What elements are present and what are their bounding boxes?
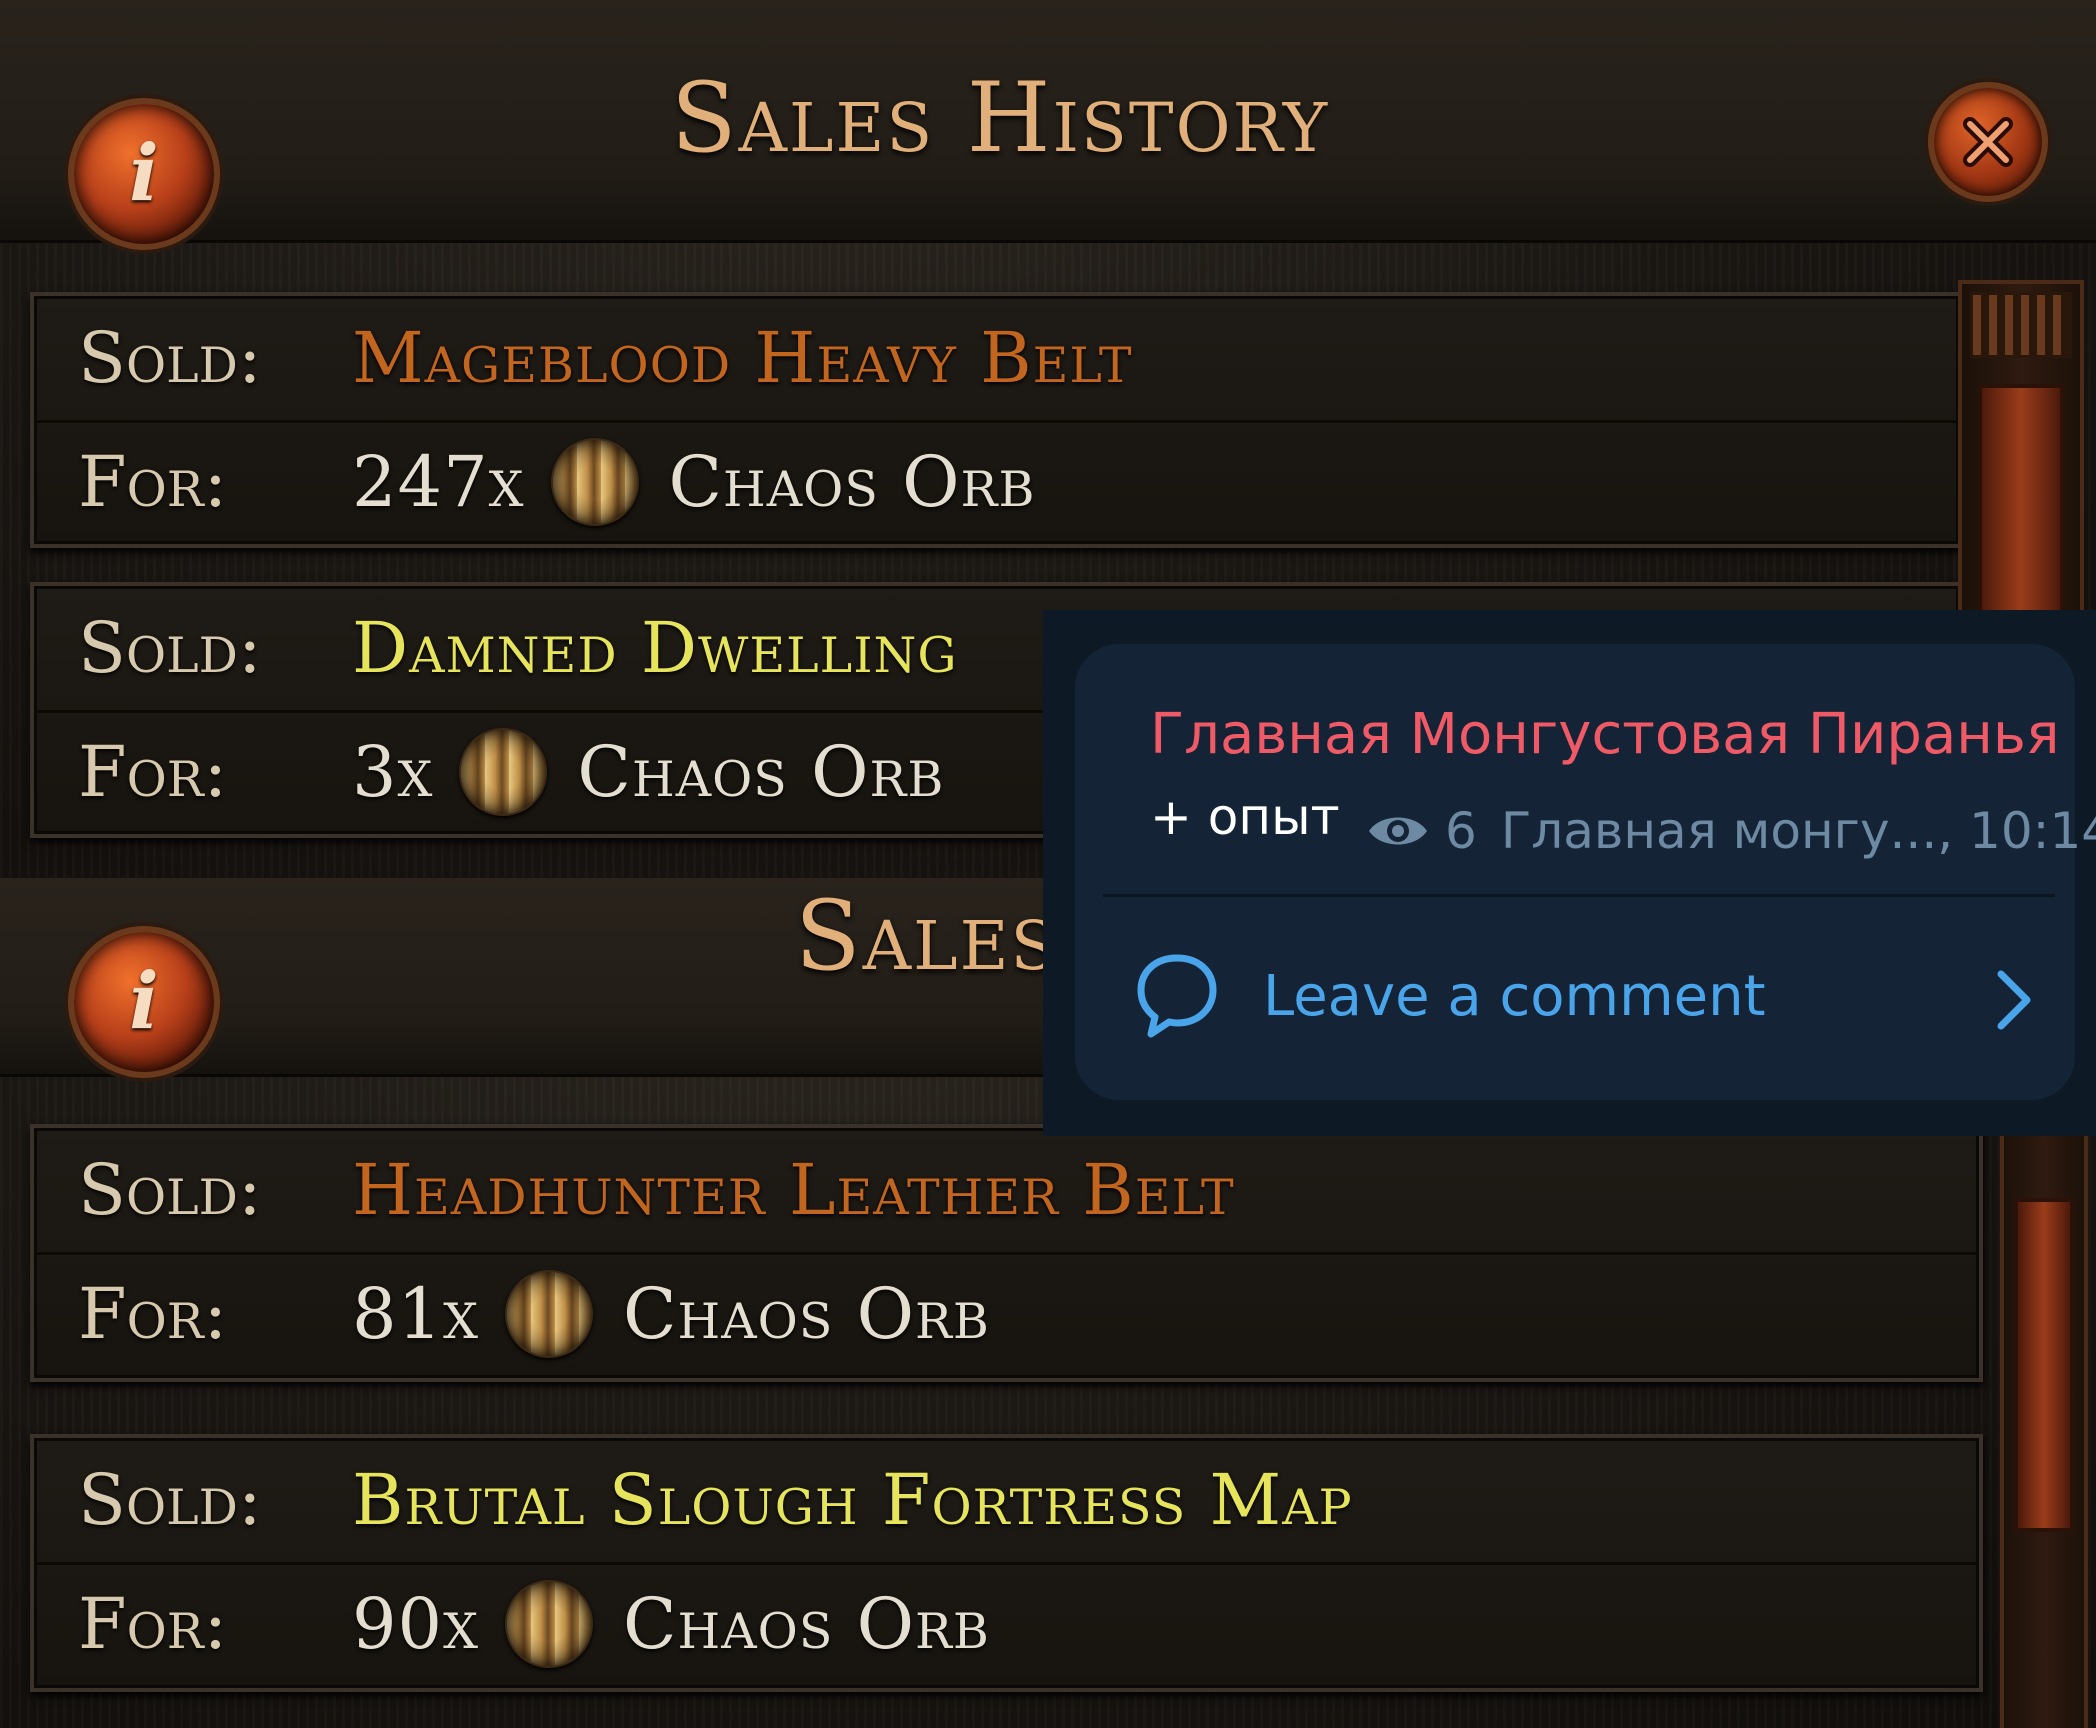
divider	[1103, 894, 2055, 897]
price-quantity: 3x	[352, 731, 434, 813]
price: 90x Chaos Orb	[352, 1580, 990, 1668]
leave-comment-label: Leave a comment	[1263, 963, 1766, 1029]
channel-name[interactable]: Главная Монгустовая Пиранья	[1150, 702, 2060, 767]
for-label: For:	[78, 1583, 228, 1665]
post-text: + опыт	[1150, 788, 1340, 846]
view-count: 6	[1445, 802, 1477, 860]
chaos-orb-icon	[459, 728, 548, 816]
telegram-post-card: Главная Монгустовая Пиранья + опыт 6 Гла…	[1075, 644, 2096, 1100]
scrollbar-thumb[interactable]	[2014, 1198, 2074, 1532]
leave-comment-button[interactable]: Leave a comment	[1135, 936, 2035, 1056]
sold-label: Sold:	[78, 1459, 262, 1541]
price-currency: Chaos Orb	[577, 731, 945, 813]
for-row: For: 90x Chaos Orb	[34, 1562, 1979, 1686]
item-name[interactable]: Headhunter Leather Belt	[352, 1149, 1235, 1231]
panel-title: Sales History	[670, 62, 1330, 174]
price-currency: Chaos Orb	[622, 1273, 990, 1355]
price: 3x Chaos Orb	[352, 728, 944, 816]
close-icon	[1963, 117, 2013, 167]
item-name[interactable]: Damned Dwelling	[352, 607, 958, 689]
sold-label: Sold:	[78, 317, 262, 399]
price-currency: Chaos Orb	[668, 441, 1036, 523]
sold-label: Sold:	[78, 1149, 262, 1231]
chaos-orb-icon	[504, 1580, 593, 1668]
chevron-right-icon	[1997, 970, 2031, 1030]
price-currency: Chaos Orb	[622, 1583, 990, 1665]
price-quantity: 247x	[352, 441, 525, 523]
sold-row: Sold: Mageblood Heavy Belt	[34, 296, 1959, 423]
chaos-orb-icon	[550, 438, 639, 526]
for-row: For: 81x Chaos Orb	[34, 1252, 1979, 1376]
eye-icon	[1369, 817, 1427, 845]
for-label: For:	[78, 731, 228, 813]
price-quantity: 90x	[352, 1583, 479, 1665]
author-time: Главная монгу..., 10:14	[1500, 802, 2096, 860]
sold-label: Sold:	[78, 607, 262, 689]
price-quantity: 81x	[352, 1273, 479, 1355]
scrollbar-cap	[1970, 292, 2072, 358]
item-name[interactable]: Brutal Slough Fortress Map	[352, 1459, 1353, 1541]
sale-entry: Sold: Brutal Slough Fortress Map For: 90…	[30, 1434, 1983, 1692]
telegram-post-overlay: Главная Монгустовая Пиранья + опыт 6 Гла…	[1043, 610, 2096, 1136]
sold-row: Sold: Headhunter Leather Belt	[34, 1128, 1979, 1255]
sold-row: Sold: Brutal Slough Fortress Map	[34, 1438, 1979, 1565]
post-meta: 6 Главная монгу..., 10:14	[1367, 802, 2096, 860]
for-label: For:	[78, 1273, 228, 1355]
for-label: For:	[78, 441, 228, 523]
sale-entry: Sold: Mageblood Heavy Belt For: 247x Cha…	[30, 292, 1963, 548]
price: 81x Chaos Orb	[352, 1270, 990, 1358]
comment-bubble-icon	[1137, 954, 1217, 1038]
close-button[interactable]	[1928, 82, 2048, 202]
item-name[interactable]: Mageblood Heavy Belt	[352, 317, 1133, 399]
sale-entry: Sold: Headhunter Leather Belt For: 81x C…	[30, 1124, 1983, 1382]
for-row: For: 247x Chaos Orb	[34, 420, 1959, 544]
chaos-orb-icon	[504, 1270, 593, 1358]
scrollbar[interactable]	[2000, 1124, 2088, 1728]
price: 247x Chaos Orb	[352, 438, 1035, 526]
